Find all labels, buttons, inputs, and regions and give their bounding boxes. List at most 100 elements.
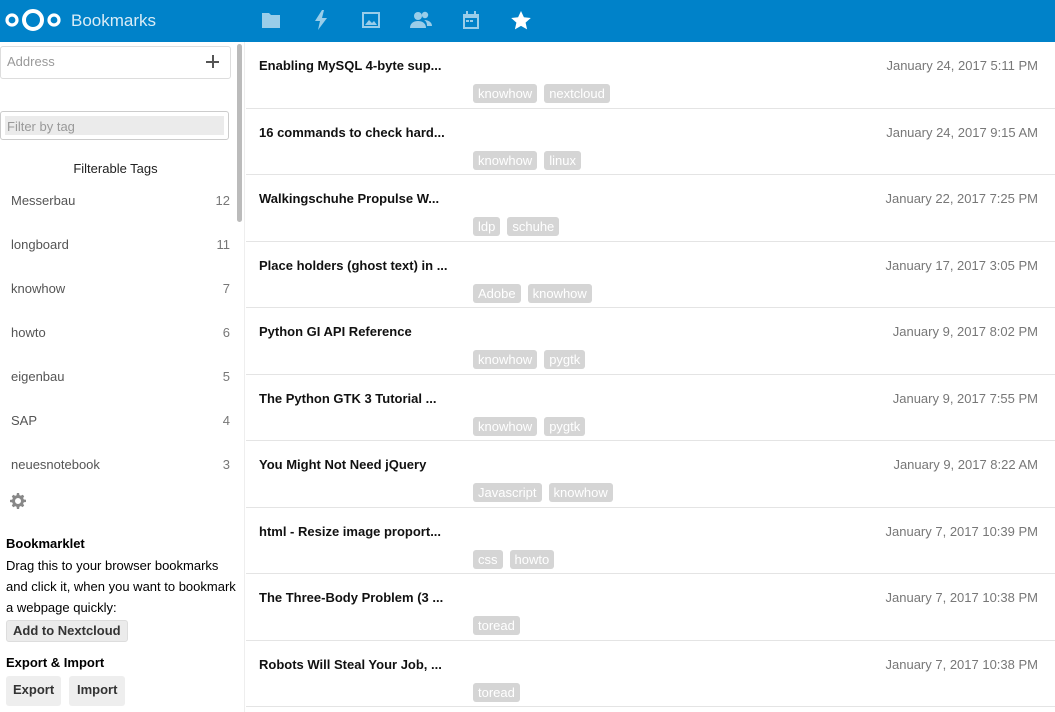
bookmark-tag[interactable]: pygtk <box>544 350 586 369</box>
bookmark-date: January 7, 2017 10:38 PM <box>885 590 1039 605</box>
export-button[interactable]: Export <box>6 676 62 706</box>
bookmark-tags: css howto <box>473 549 555 569</box>
export-import-heading: Export & Import <box>6 655 105 670</box>
bookmark-date: January 24, 2017 5:11 PM <box>886 58 1038 73</box>
tag-item[interactable]: eigenbau 5 <box>0 355 233 399</box>
bookmark-tag[interactable]: ldp <box>473 217 501 236</box>
bookmark-tag[interactable]: knowhow <box>527 283 592 303</box>
bookmark-title[interactable]: Enabling MySQL 4-byte sup... <box>259 58 442 73</box>
tag-count: 7 <box>222 281 230 296</box>
bookmark-title[interactable]: 16 commands to check hard... <box>259 125 445 140</box>
calendar-icon[interactable] <box>460 9 482 31</box>
bookmark-date: January 9, 2017 8:22 AM <box>893 457 1038 472</box>
bookmark-tags: knowhow pygtk <box>473 350 586 369</box>
bookmark-date: January 9, 2017 8:02 PM <box>892 324 1038 339</box>
bookmark-row[interactable]: You Might Not Need jQuery January 9, 201… <box>246 441 1055 508</box>
address-field[interactable] <box>0 46 231 79</box>
bookmark-title[interactable]: You Might Not Need jQuery <box>259 457 426 472</box>
tag-item[interactable]: howto 6 <box>0 311 233 355</box>
bookmark-tag[interactable]: knowhow <box>473 84 538 103</box>
tag-item[interactable]: SAP 4 <box>0 399 233 443</box>
address-input[interactable] <box>7 54 197 69</box>
filterable-tags-heading: Filterable Tags <box>73 161 158 176</box>
star-icon[interactable] <box>510 9 532 31</box>
bookmark-row[interactable]: Robots Will Steal Your Job, ... January … <box>246 641 1055 707</box>
nextcloud-logo[interactable] <box>4 7 62 33</box>
tag-name: neuesnotebook <box>11 457 100 472</box>
bookmarklet-description: Drag this to your browser bookmarks and … <box>6 558 236 615</box>
bookmark-tags: toread <box>473 682 520 702</box>
bookmark-tag[interactable]: Javascript <box>473 483 542 502</box>
sidebar-scrollbar[interactable] <box>236 42 242 479</box>
settings-panel: Bookmarklet Drag this to your browser bo… <box>6 536 242 706</box>
bookmark-tag[interactable]: knowhow <box>548 483 613 502</box>
tag-item[interactable]: Messerbau 12 <box>0 179 233 223</box>
bookmark-row[interactable]: 16 commands to check hard... January 24,… <box>246 109 1055 175</box>
tag-name: eigenbau <box>11 369 65 384</box>
bookmark-title[interactable]: Python GI API Reference <box>259 324 412 339</box>
app-title: Bookmarks <box>71 11 157 30</box>
bookmark-row[interactable]: Enabling MySQL 4-byte sup... January 24,… <box>246 42 1055 109</box>
tag-item[interactable]: knowhow 7 <box>0 267 233 311</box>
bookmark-title[interactable]: html - Resize image proport... <box>259 524 441 539</box>
bookmarklet-heading: Bookmarklet <box>6 536 85 551</box>
sidebar: Filterable Tags Messerbau12 longboard11 … <box>0 42 245 712</box>
bookmark-row[interactable]: Python GI API Reference January 9, 2017 … <box>246 308 1055 375</box>
tag-count: 3 <box>222 457 230 472</box>
bookmark-tag[interactable]: knowhow <box>473 416 538 436</box>
bookmark-tag[interactable]: Adobe <box>473 283 521 303</box>
tag-count: 6 <box>222 325 230 340</box>
bookmark-title[interactable]: The Python GTK 3 Tutorial ... <box>259 391 436 406</box>
bookmark-row[interactable]: The Python GTK 3 Tutorial ... January 9,… <box>246 375 1055 441</box>
bookmark-title[interactable]: Walkingschuhe Propulse W... <box>259 191 439 206</box>
bookmark-title[interactable]: Place holders (ghost text) in ... <box>259 258 448 273</box>
bookmark-tag[interactable]: schuhe <box>507 217 560 236</box>
bookmark-tag[interactable]: css <box>473 549 503 569</box>
bookmark-tags: Adobe knowhow <box>473 283 592 303</box>
scrollbar-thumb[interactable] <box>237 44 242 222</box>
tag-count: 12 <box>215 193 230 208</box>
bookmark-date: January 7, 2017 10:39 PM <box>885 523 1039 539</box>
bookmark-date: January 22, 2017 7:25 PM <box>885 191 1039 206</box>
bookmark-title[interactable]: Robots Will Steal Your Job, ... <box>259 657 442 672</box>
bookmark-tags: ldp schuhe <box>473 217 560 236</box>
import-button[interactable]: Import <box>69 676 126 706</box>
add-bookmark-icon[interactable] <box>205 54 221 70</box>
gear-icon[interactable] <box>10 493 26 509</box>
bookmark-tag[interactable]: knowhow <box>473 150 538 170</box>
tag-count: 5 <box>222 369 230 384</box>
bookmark-tag[interactable]: knowhow <box>473 350 538 369</box>
bookmark-tag[interactable]: toread <box>473 616 520 635</box>
bookmark-date: January 17, 2017 3:05 PM <box>885 257 1039 273</box>
bookmark-tags: toread <box>473 616 520 635</box>
tag-list: Messerbau 12 longboard 11 knowhow 7 howto 6 … <box>0 179 233 479</box>
tag-item[interactable]: neuesnotebook 3 <box>0 443 233 479</box>
folder-icon[interactable] <box>260 9 282 31</box>
bookmark-tag[interactable]: toread <box>473 682 520 702</box>
add-to-nextcloud-button[interactable]: Add to Nextcloud <box>6 620 128 642</box>
bookmark-tags: knowhow pygtk <box>473 416 586 436</box>
tag-name: Messerbau <box>11 193 76 208</box>
bookmark-date: January 24, 2017 9:15 AM <box>886 124 1038 140</box>
activity-icon[interactable] <box>310 9 332 31</box>
tag-name: SAP <box>11 413 38 428</box>
tag-item[interactable]: longboard 11 <box>0 223 233 267</box>
tag-name: howto <box>11 325 46 340</box>
tag-filter-field[interactable] <box>0 111 229 140</box>
bookmark-tag[interactable]: nextcloud <box>544 84 610 103</box>
bookmark-row[interactable]: Walkingschuhe Propulse W... January 22, … <box>246 175 1055 242</box>
image-icon[interactable] <box>360 9 382 31</box>
tag-name: knowhow <box>11 281 66 296</box>
bookmark-row[interactable]: The Three-Body Problem (3 ... January 7,… <box>246 574 1055 641</box>
bookmark-tag[interactable]: pygtk <box>544 416 586 436</box>
bookmark-row[interactable]: Place holders (ghost text) in ... Januar… <box>246 242 1055 308</box>
bookmark-title[interactable]: The Three-Body Problem (3 ... <box>259 590 443 605</box>
bookmark-row[interactable]: html - Resize image proport... January 7… <box>246 508 1055 574</box>
tag-filter-input[interactable] <box>7 119 217 134</box>
bookmark-tag[interactable]: linux <box>544 150 581 170</box>
bookmark-date: January 7, 2017 10:38 PM <box>885 656 1039 672</box>
bookmark-tag[interactable]: howto <box>509 549 555 569</box>
tag-count: 4 <box>222 413 230 428</box>
bookmark-date: January 9, 2017 7:55 PM <box>892 390 1038 406</box>
contacts-icon[interactable] <box>410 9 432 31</box>
